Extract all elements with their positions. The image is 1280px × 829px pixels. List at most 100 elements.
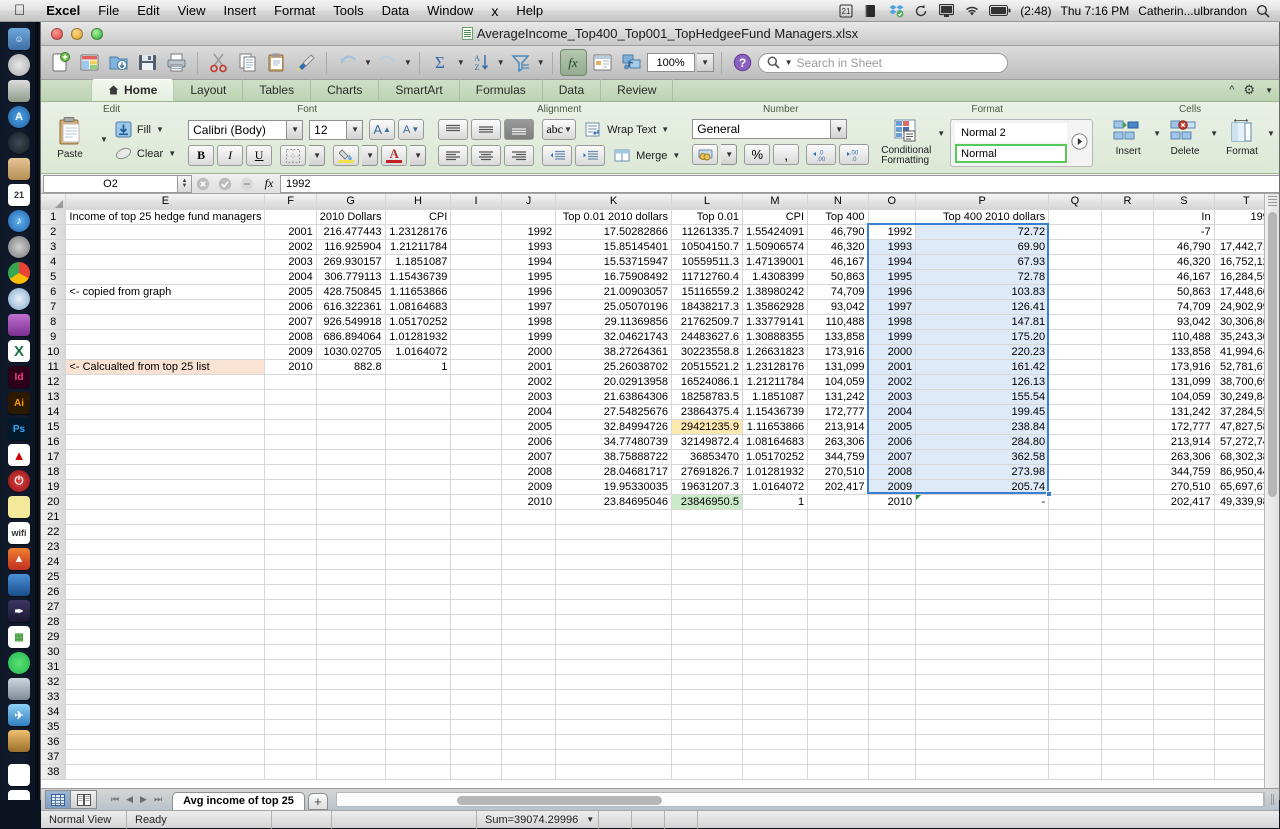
cell-e35[interactable]: [65, 719, 266, 735]
cell-l17[interactable]: 36853470: [671, 449, 743, 465]
row-header-19[interactable]: 19: [41, 479, 67, 495]
clock[interactable]: Thu 7:16 PM: [1061, 4, 1130, 18]
cell-i29[interactable]: [450, 629, 502, 645]
cell-e26[interactable]: [65, 584, 266, 600]
cell-g13[interactable]: [316, 389, 386, 405]
cell-i25[interactable]: [450, 569, 502, 585]
cell-i33[interactable]: [450, 689, 502, 705]
menu-item-file[interactable]: File: [89, 3, 128, 18]
cell-p10[interactable]: 220.23: [915, 344, 1050, 360]
cell-e18[interactable]: [65, 464, 266, 480]
cell-q22[interactable]: [1048, 524, 1102, 540]
cell-k30[interactable]: [555, 644, 672, 660]
row-header-38[interactable]: 38: [41, 764, 67, 780]
row-header-15[interactable]: 15: [41, 419, 67, 435]
cell-q12[interactable]: [1048, 374, 1102, 390]
filter-dropdown-icon[interactable]: ▼: [537, 58, 545, 67]
cell-q35[interactable]: [1048, 719, 1102, 735]
align-center-button[interactable]: [471, 145, 502, 166]
cell-g24[interactable]: [316, 554, 386, 570]
cell-r38[interactable]: [1101, 764, 1155, 780]
cell-p35[interactable]: [915, 719, 1050, 735]
cell-k13[interactable]: 21.63864306: [555, 389, 672, 405]
cell-o30[interactable]: [868, 644, 917, 660]
sheet-row[interactable]: 16 2006 34.77480739 32149872.4 1.08164683 263…: [41, 434, 1279, 450]
cell-k32[interactable]: [555, 674, 672, 690]
menu-item-insert[interactable]: Insert: [215, 3, 266, 18]
cell-m14[interactable]: 1.15436739: [742, 404, 809, 420]
wrap-text-dropdown-icon[interactable]: ▼: [661, 125, 669, 134]
cell-e23[interactable]: [65, 539, 266, 555]
cell-g34[interactable]: [316, 704, 386, 720]
cell-f12[interactable]: [264, 374, 317, 390]
cell-s13[interactable]: 104,059: [1153, 389, 1215, 405]
dock-item-indesign[interactable]: Id: [0, 364, 37, 390]
sheet-row[interactable]: 19 2009 19.95330035 19631207.3 1.0164072 202,…: [41, 479, 1279, 495]
select-all-corner[interactable]: [41, 194, 67, 210]
cell-r21[interactable]: [1101, 509, 1155, 525]
cell-i34[interactable]: [450, 704, 502, 720]
column-header-p[interactable]: P: [915, 194, 1050, 210]
cell-q34[interactable]: [1048, 704, 1102, 720]
dock-item-excel[interactable]: X: [0, 338, 37, 364]
cell-l20[interactable]: 23846950.5: [671, 494, 743, 510]
sheet-row[interactable]: 9 2008 686.894064 1.01281932 1999 32.04621743…: [41, 329, 1279, 345]
cell-e29[interactable]: [65, 629, 266, 645]
cell-p4[interactable]: 67.93: [915, 254, 1050, 270]
cell-n25[interactable]: [807, 569, 869, 585]
align-middle-button[interactable]: [471, 119, 502, 140]
cell-h36[interactable]: [385, 734, 452, 750]
column-header-k[interactable]: K: [555, 194, 672, 210]
cell-o3[interactable]: 1993: [868, 239, 917, 255]
cell-f33[interactable]: [264, 689, 317, 705]
cell-h31[interactable]: [385, 659, 452, 675]
cell-j36[interactable]: [501, 734, 557, 750]
cell-s35[interactable]: [1153, 719, 1215, 735]
cell-f19[interactable]: [264, 479, 317, 495]
menu-item-data[interactable]: Data: [373, 3, 418, 18]
cell-o11[interactable]: 2001: [868, 359, 917, 375]
row-header-5[interactable]: 5: [41, 269, 67, 285]
cell-r26[interactable]: [1101, 584, 1155, 600]
cell-i22[interactable]: [450, 524, 502, 540]
cell-i19[interactable]: [450, 479, 502, 495]
column-header-o[interactable]: O: [868, 194, 917, 210]
cell-o5[interactable]: 1995: [868, 269, 917, 285]
cell-h13[interactable]: [385, 389, 452, 405]
cell-n17[interactable]: 344,759: [807, 449, 869, 465]
cell-e11[interactable]: <- Calcualted from top 25 list: [65, 359, 266, 375]
cell-styles-gallery[interactable]: Normal 2 Normal: [950, 119, 1094, 167]
cell-l12[interactable]: 16524086.1: [671, 374, 743, 390]
cell-o37[interactable]: [868, 749, 917, 765]
cell-j8[interactable]: 1998: [501, 314, 557, 330]
cell-r15[interactable]: [1101, 419, 1155, 435]
format-cells-button[interactable]: Format: [1219, 119, 1265, 157]
cell-s15[interactable]: 172,777: [1153, 419, 1215, 435]
cell-h10[interactable]: 1.0164072: [385, 344, 452, 360]
cell-o7[interactable]: 1997: [868, 299, 917, 315]
cell-q24[interactable]: [1048, 554, 1102, 570]
cell-j34[interactable]: [501, 704, 557, 720]
cell-o1[interactable]: [868, 209, 917, 225]
cell-j32[interactable]: [501, 674, 557, 690]
cell-s9[interactable]: 110,488: [1153, 329, 1215, 345]
sheet-row[interactable]: 13 2003 21.63864306 18258783.5 1.1851087 131,…: [41, 389, 1279, 405]
cell-f32[interactable]: [264, 674, 317, 690]
sheet-row[interactable]: 37: [41, 749, 1279, 765]
cell-g7[interactable]: 616.322361: [316, 299, 386, 315]
font-family-dropdown-icon[interactable]: ▼: [287, 119, 304, 140]
cell-f36[interactable]: [264, 734, 317, 750]
cell-i28[interactable]: [450, 614, 502, 630]
cell-h32[interactable]: [385, 674, 452, 690]
vertical-scrollbar-thumb[interactable]: [1268, 212, 1277, 497]
cell-p15[interactable]: 238.84: [915, 419, 1050, 435]
cell-g6[interactable]: 428.750845: [316, 284, 386, 300]
cell-h38[interactable]: [385, 764, 452, 780]
cell-l31[interactable]: [671, 659, 743, 675]
dock-item-contacts[interactable]: [0, 156, 37, 182]
apple-menu-icon[interactable]: : [0, 3, 37, 18]
cell-f10[interactable]: 2009: [264, 344, 317, 360]
cell-q6[interactable]: [1048, 284, 1102, 300]
tab-review[interactable]: Review: [601, 79, 674, 101]
cell-p21[interactable]: [915, 509, 1050, 525]
